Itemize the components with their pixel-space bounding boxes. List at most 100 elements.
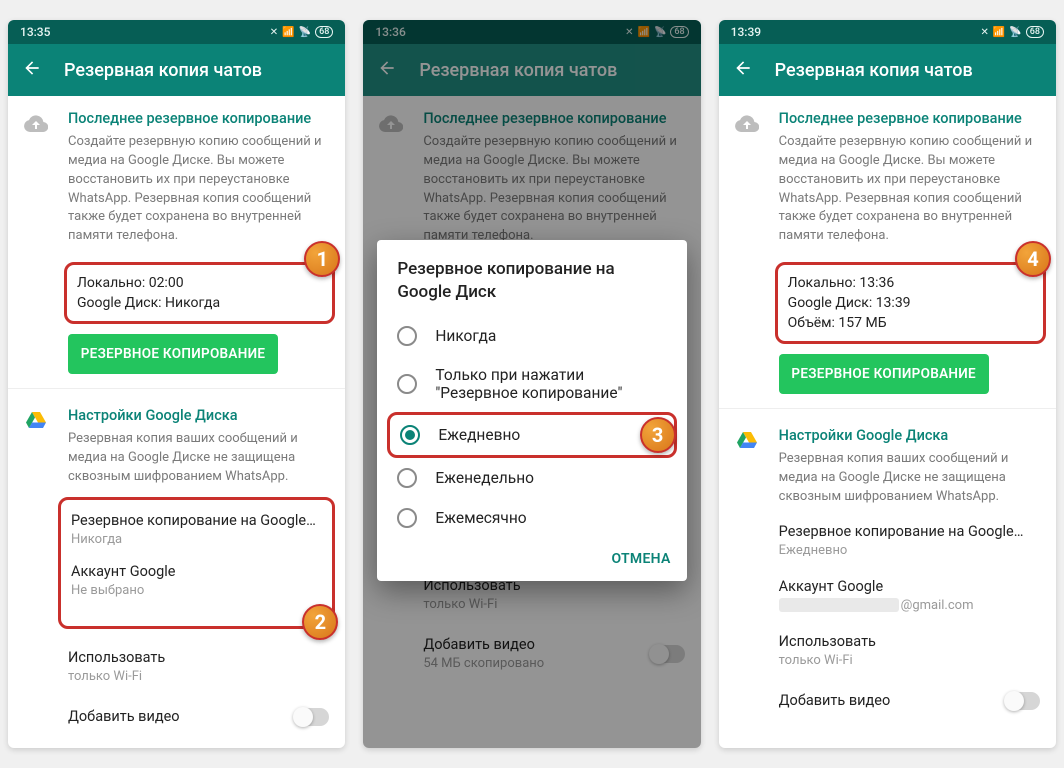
wifi-icon: 📡 [1009,27,1021,38]
battery-indicator: 68 [315,26,333,38]
back-button[interactable] [733,58,753,82]
network-label: Использовать [68,649,329,666]
google-account-value: @gmail.com [779,598,1040,613]
last-backup-desc: Создайте резервную копию сообщений и мед… [779,133,1040,246]
screen-2: 13:36 ✕ 📶 📡 68 Резервная копия чатов Пос… [363,20,700,748]
google-account-label: Аккаунт Google [779,578,1040,595]
include-video-label: Добавить видео [68,708,180,725]
redacted-email [779,598,899,612]
option-label: Никогда [435,327,496,345]
dnd-icon: ✕ [270,27,278,38]
gdrive-settings-heading: Настройки Google Диска [779,427,1040,444]
backup-frequency-value: Ежедневно [779,543,1040,558]
battery-indicator: 68 [1026,26,1044,38]
network-row[interactable]: Использовать только Wi-Fi [719,623,1056,678]
option-never[interactable]: Никогда [377,316,686,356]
app-bar: Резервная копия чатов [8,44,345,96]
highlight-2: Резервное копирование на Google… Никогда… [58,497,335,629]
screen-1: 13:35 ✕ 📶 📡 68 Резервная копия чатов Пос… [8,20,345,748]
clock: 13:35 [20,25,50,39]
cancel-button[interactable]: ОТМЕНА [611,551,670,567]
last-backup-section: Последнее резервное копирование Создайте… [8,96,345,252]
highlight-3: Ежедневно 3 [387,412,676,458]
backup-frequency-dialog: Резервное копирование на Google Диск Ник… [377,240,686,581]
last-backup-heading: Последнее резервное копирование [779,110,1040,127]
google-account-row[interactable]: Аккаунт Google @gmail.com [719,568,1056,623]
option-label: Еженедельно [435,469,534,487]
radio-icon [397,326,417,346]
gdrive-settings-section: Настройки Google Диска Резервная копия в… [719,413,1056,513]
gdrive-settings-desc: Резервная копия ваших сообщений и медиа … [779,450,1040,507]
option-daily[interactable]: Ежедневно [390,415,673,455]
dialog-actions: ОТМЕНА [377,538,686,575]
network-value: только Wi-Fi [779,653,1040,668]
radio-icon [397,508,417,528]
divider [719,408,1056,409]
option-label: Ежедневно [438,426,520,444]
google-account-value: Не выбрано [71,583,322,598]
gdrive-settings-desc: Резервная копия ваших сообщений и медиа … [68,430,329,487]
divider [8,388,345,389]
include-video-toggle[interactable] [1006,692,1040,710]
page-title: Резервная копия чатов [64,60,262,81]
page-title: Резервная копия чатов [775,60,973,81]
gdrive-settings-heading: Настройки Google Диска [68,407,329,424]
backup-button[interactable]: РЕЗЕРВНОЕ КОПИРОВАНИЕ [779,354,989,394]
status-bar: 13:35 ✕ 📶 📡 68 [8,20,345,44]
network-label: Использовать [779,633,1040,650]
screen-3: 13:39 ✕ 📶 📡 68 Резервная копия чатов Пос… [719,20,1056,748]
gdrive-backup-time: Google Диск: Никогда [77,293,322,313]
clock: 13:39 [731,25,761,39]
dialog-title: Резервное копирование на Google Диск [377,258,686,316]
google-account-label: Аккаунт Google [71,563,322,580]
radio-icon [397,374,417,394]
highlight-4: 4 Локально: 13:36 Google Диск: 13:39 Объ… [775,262,1046,344]
app-bar: Резервная копия чатов [719,44,1056,96]
content-area: Последнее резервное копирование Создайте… [719,96,1056,732]
cloud-upload-icon [735,110,765,246]
radio-icon [397,468,417,488]
include-video-row[interactable]: Добавить видео [8,694,345,740]
last-backup-desc: Создайте резервную копию сообщений и мед… [68,133,329,246]
back-button[interactable] [22,58,42,82]
option-monthly[interactable]: Ежемесячно [377,498,686,538]
wifi-icon: 📡 [299,27,311,38]
step-badge-3: 3 [640,417,676,453]
backup-frequency-row[interactable]: Резервное копирование на Google… Ежеднев… [719,513,1056,568]
google-drive-icon [735,427,765,507]
gdrive-settings-section: Настройки Google Диска Резервная копия в… [8,393,345,493]
cloud-upload-icon [24,110,54,246]
backup-frequency-label: Резервное копирование на Google… [779,523,1040,540]
backup-frequency-row[interactable]: Резервное копирование на Google… Никогда [71,506,322,553]
highlight-1: 1 Локально: 02:00 Google Диск: Никогда [64,262,335,324]
signal-icon: 📶 [282,27,294,38]
include-video-toggle[interactable] [295,708,329,726]
backup-frequency-value: Никогда [71,532,322,547]
option-weekly[interactable]: Еженедельно [377,458,686,498]
local-backup-time: Локально: 02:00 [77,273,322,293]
signal-icon: 📶 [993,27,1005,38]
local-backup-time: Локально: 13:36 [788,273,1033,293]
google-drive-icon [24,407,54,487]
network-row[interactable]: Использовать только Wi-Fi [8,639,345,694]
option-label: Только при нажатии "Резервное копировани… [435,366,666,402]
dnd-icon: ✕ [980,27,988,38]
google-account-row[interactable]: Аккаунт Google Не выбрано [71,553,322,598]
status-icons: ✕ 📶 📡 68 [980,26,1044,38]
status-icons: ✕ 📶 📡 68 [270,26,334,38]
step-badge-2: 2 [302,604,338,640]
last-backup-heading: Последнее резервное копирование [68,110,329,127]
content-area: Последнее резервное копирование Создайте… [8,96,345,748]
include-video-label: Добавить видео [779,692,891,709]
include-video-row[interactable]: Добавить видео [719,678,1056,724]
step-badge-1: 1 [304,241,340,277]
step-badge-4: 4 [1015,241,1051,277]
network-value: только Wi-Fi [68,669,329,684]
backup-size: Объём: 157 МБ [788,313,1033,333]
last-backup-section: Последнее резервное копирование Создайте… [719,96,1056,252]
gdrive-backup-time: Google Диск: 13:39 [788,293,1033,313]
option-on-tap[interactable]: Только при нажатии "Резервное копировани… [377,356,686,412]
backup-button[interactable]: РЕЗЕРВНОЕ КОПИРОВАНИЕ [68,334,278,374]
status-bar: 13:39 ✕ 📶 📡 68 [719,20,1056,44]
backup-frequency-label: Резервное копирование на Google… [71,512,322,529]
